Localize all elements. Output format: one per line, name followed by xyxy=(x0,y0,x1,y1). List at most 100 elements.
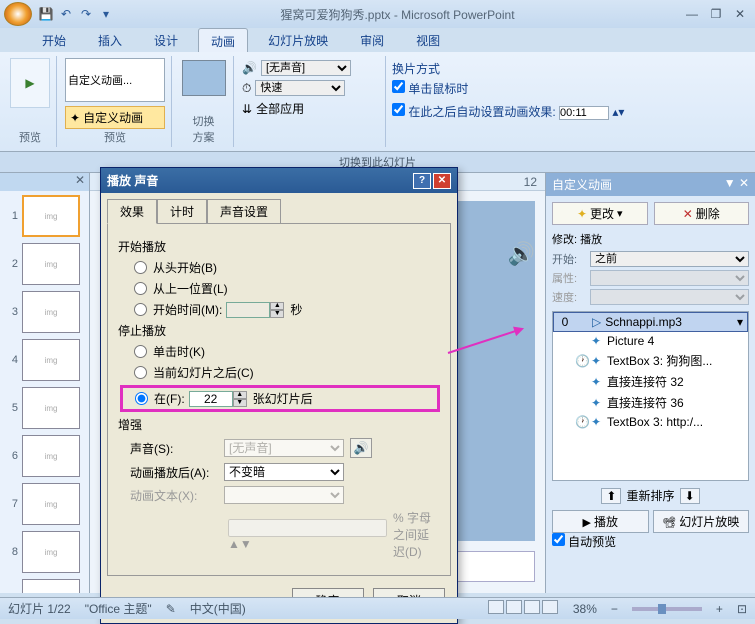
radio-from-beginning[interactable]: 从头开始(B) xyxy=(134,259,440,276)
reorder-label: 重新排序 xyxy=(626,489,674,503)
slide-thumb[interactable]: 8img xyxy=(2,529,87,575)
redo-icon[interactable]: ↷ xyxy=(78,6,94,22)
dialog-tabs: 效果计时声音设置 xyxy=(101,193,457,224)
slide-thumb[interactable]: 3img xyxy=(2,289,87,335)
time-spinner-icon[interactable]: ▴▾ xyxy=(612,105,624,119)
start-select[interactable]: 之前 xyxy=(590,251,749,267)
office-button[interactable] xyxy=(4,2,32,26)
star-icon: ✦ xyxy=(70,111,80,125)
ribbon-tab-5[interactable]: 审阅 xyxy=(348,28,396,52)
delete-effect-button[interactable]: ✕删除 xyxy=(654,202,750,225)
title-bar: 💾 ↶ ↷ ▾ 猩窝可爱狗狗秀.pptx - Microsoft PowerPo… xyxy=(0,0,755,28)
slideshow-button[interactable]: 📽 幻灯片放映 xyxy=(653,510,750,533)
animation-list-item[interactable]: ✦Picture 4 xyxy=(553,332,748,350)
start-play-label: 开始播放 xyxy=(118,238,440,255)
advance-time-input[interactable] xyxy=(559,106,609,120)
animation-list-item[interactable]: 0▷Schnappi.mp3▾ xyxy=(553,312,748,332)
ribbon-tab-3[interactable]: 动画 xyxy=(198,28,248,52)
change-effect-button[interactable]: ✦更改 ▾ xyxy=(552,202,648,225)
transition-sound-select[interactable]: [无声音] xyxy=(261,60,351,76)
start-time-input xyxy=(226,302,270,318)
speaker-icon[interactable]: 🔊 xyxy=(508,241,535,267)
qat-more-icon[interactable]: ▾ xyxy=(98,6,114,22)
move-up-button[interactable]: ⬆ xyxy=(601,488,621,504)
zoom-out-icon[interactable]: − xyxy=(611,602,618,616)
play-icon: ▶ xyxy=(25,76,34,90)
animation-list-item[interactable]: 🕐✦TextBox 3: http:/... xyxy=(553,413,748,431)
restore-icon[interactable]: ❐ xyxy=(705,5,727,23)
thumbs-header: ✕ xyxy=(0,173,89,191)
radio-start-time[interactable]: 开始时间(M): ▲▼ 秒 xyxy=(134,301,440,318)
slide-thumb[interactable]: 2img xyxy=(2,241,87,287)
start-label: 开始: xyxy=(552,251,586,267)
dialog-tab-0[interactable]: 效果 xyxy=(107,199,157,224)
view-buttons[interactable] xyxy=(487,600,559,617)
dialog-titlebar[interactable]: 播放 声音 ?✕ xyxy=(101,168,457,193)
close-icon[interactable]: ✕ xyxy=(729,5,751,23)
speed-label: 速度: xyxy=(552,289,586,305)
ribbon-tab-0[interactable]: 开始 xyxy=(30,28,78,52)
animation-gallery[interactable]: 自定义动画... xyxy=(65,58,165,102)
undo-icon[interactable]: ↶ xyxy=(58,6,74,22)
slide-thumb[interactable]: 7img xyxy=(2,481,87,527)
ribbon-tab-4[interactable]: 幻灯片放映 xyxy=(256,28,340,52)
slide-thumb[interactable]: 9img xyxy=(2,577,87,593)
zoom-level[interactable]: 38% xyxy=(573,602,597,616)
transition-gallery[interactable] xyxy=(182,60,226,96)
ribbon-tab-1[interactable]: 插入 xyxy=(86,28,134,52)
after-anim-select[interactable]: 不变暗 xyxy=(224,463,344,481)
preview-button[interactable]: ▶ xyxy=(10,58,50,108)
status-bar: 幻灯片 1/22 "Office 主题" ✎ 中文(中国) 38% − + ⊡ xyxy=(0,597,755,619)
move-down-button[interactable]: ⬇ xyxy=(680,488,700,504)
transition-speed-select[interactable]: 快速 xyxy=(255,80,345,96)
modify-label: 修改: 播放 xyxy=(552,231,749,247)
window-title: 猩窝可爱狗狗秀.pptx - Microsoft PowerPoint xyxy=(114,6,681,23)
play-sound-dialog: 播放 声音 ?✕ 效果计时声音设置 开始播放 从头开始(B) 从上一位置(L) … xyxy=(100,167,458,624)
radio-stop-after-slides[interactable]: 在(F): ▲▼ 张幻灯片后 xyxy=(120,385,440,412)
advance-auto[interactable]: 在此之后自动设置动画效果: ▴▾ xyxy=(392,103,624,120)
minimize-icon[interactable]: — xyxy=(681,5,703,23)
spinner-icon[interactable]: ▲▼ xyxy=(233,391,247,407)
spellcheck-icon[interactable]: ✎ xyxy=(166,602,176,616)
play-button[interactable]: ▶ 播放 xyxy=(552,510,649,533)
auto-preview-checkbox[interactable]: 自动预览 xyxy=(552,537,616,549)
dialog-close-icon[interactable]: ✕ xyxy=(433,173,451,189)
speed-icon: ⏱ xyxy=(242,81,251,96)
dialog-tab-1[interactable]: 计时 xyxy=(157,199,207,224)
thumbs-close-icon[interactable]: ✕ xyxy=(75,173,85,191)
animation-list-item[interactable]: ✦直接连接符 36 xyxy=(553,392,748,413)
help-icon[interactable]: ? xyxy=(413,173,431,189)
dialog-tab-2[interactable]: 声音设置 xyxy=(207,199,281,224)
slide-thumb[interactable]: 4img xyxy=(2,337,87,383)
ribbon-tab-2[interactable]: 设计 xyxy=(142,28,190,52)
pane-header: 自定义动画 ▼ ✕ xyxy=(546,173,755,196)
volume-icon[interactable]: 🔊 xyxy=(350,438,372,458)
animation-list-item[interactable]: 🕐✦TextBox 3: 狗狗图... xyxy=(553,350,748,371)
custom-animation-button[interactable]: ✦ 自定义动画 xyxy=(65,106,165,129)
pane-dropdown-icon[interactable]: ▼ ✕ xyxy=(724,176,749,193)
save-icon[interactable]: 💾 xyxy=(38,6,54,22)
sound-label: 声音(S): xyxy=(130,440,218,457)
ribbon-group-preview: ▶ 预览 xyxy=(4,56,57,147)
dialog-title: 播放 声音 xyxy=(107,172,158,189)
fit-window-icon[interactable]: ⊡ xyxy=(737,602,747,616)
slides-count-input[interactable] xyxy=(189,391,233,407)
animation-list[interactable]: 0▷Schnappi.mp3▾✦Picture 4🕐✦TextBox 3: 狗狗… xyxy=(552,311,749,481)
reorder-controls: ⬆ 重新排序 ⬇ xyxy=(552,487,749,504)
radio-from-last[interactable]: 从上一位置(L) xyxy=(134,280,440,297)
ribbon-tab-6[interactable]: 视图 xyxy=(404,28,452,52)
slide-thumbnails-panel: ✕ 1img2img3img4img5img6img7img8img9img10… xyxy=(0,173,90,593)
animation-list-item[interactable]: ✦直接连接符 32 xyxy=(553,371,748,392)
zoom-slider[interactable] xyxy=(632,607,702,611)
radio-stop-click[interactable]: 单击时(K) xyxy=(134,343,440,360)
apply-all-button[interactable]: ⇊ 全部应用 xyxy=(242,100,379,117)
advance-on-click[interactable]: 单击鼠标时 xyxy=(392,80,624,97)
slide-thumb[interactable]: 1img xyxy=(2,193,87,239)
language-label[interactable]: 中文(中国) xyxy=(190,600,246,617)
slide-thumb[interactable]: 6img xyxy=(2,433,87,479)
zoom-in-icon[interactable]: + xyxy=(716,602,723,616)
anim-text-label: 动画文本(X): xyxy=(130,487,218,504)
radio-stop-current[interactable]: 当前幻灯片之后(C) xyxy=(134,364,440,381)
theme-name: "Office 主题" xyxy=(85,600,152,617)
slide-thumb[interactable]: 5img xyxy=(2,385,87,431)
